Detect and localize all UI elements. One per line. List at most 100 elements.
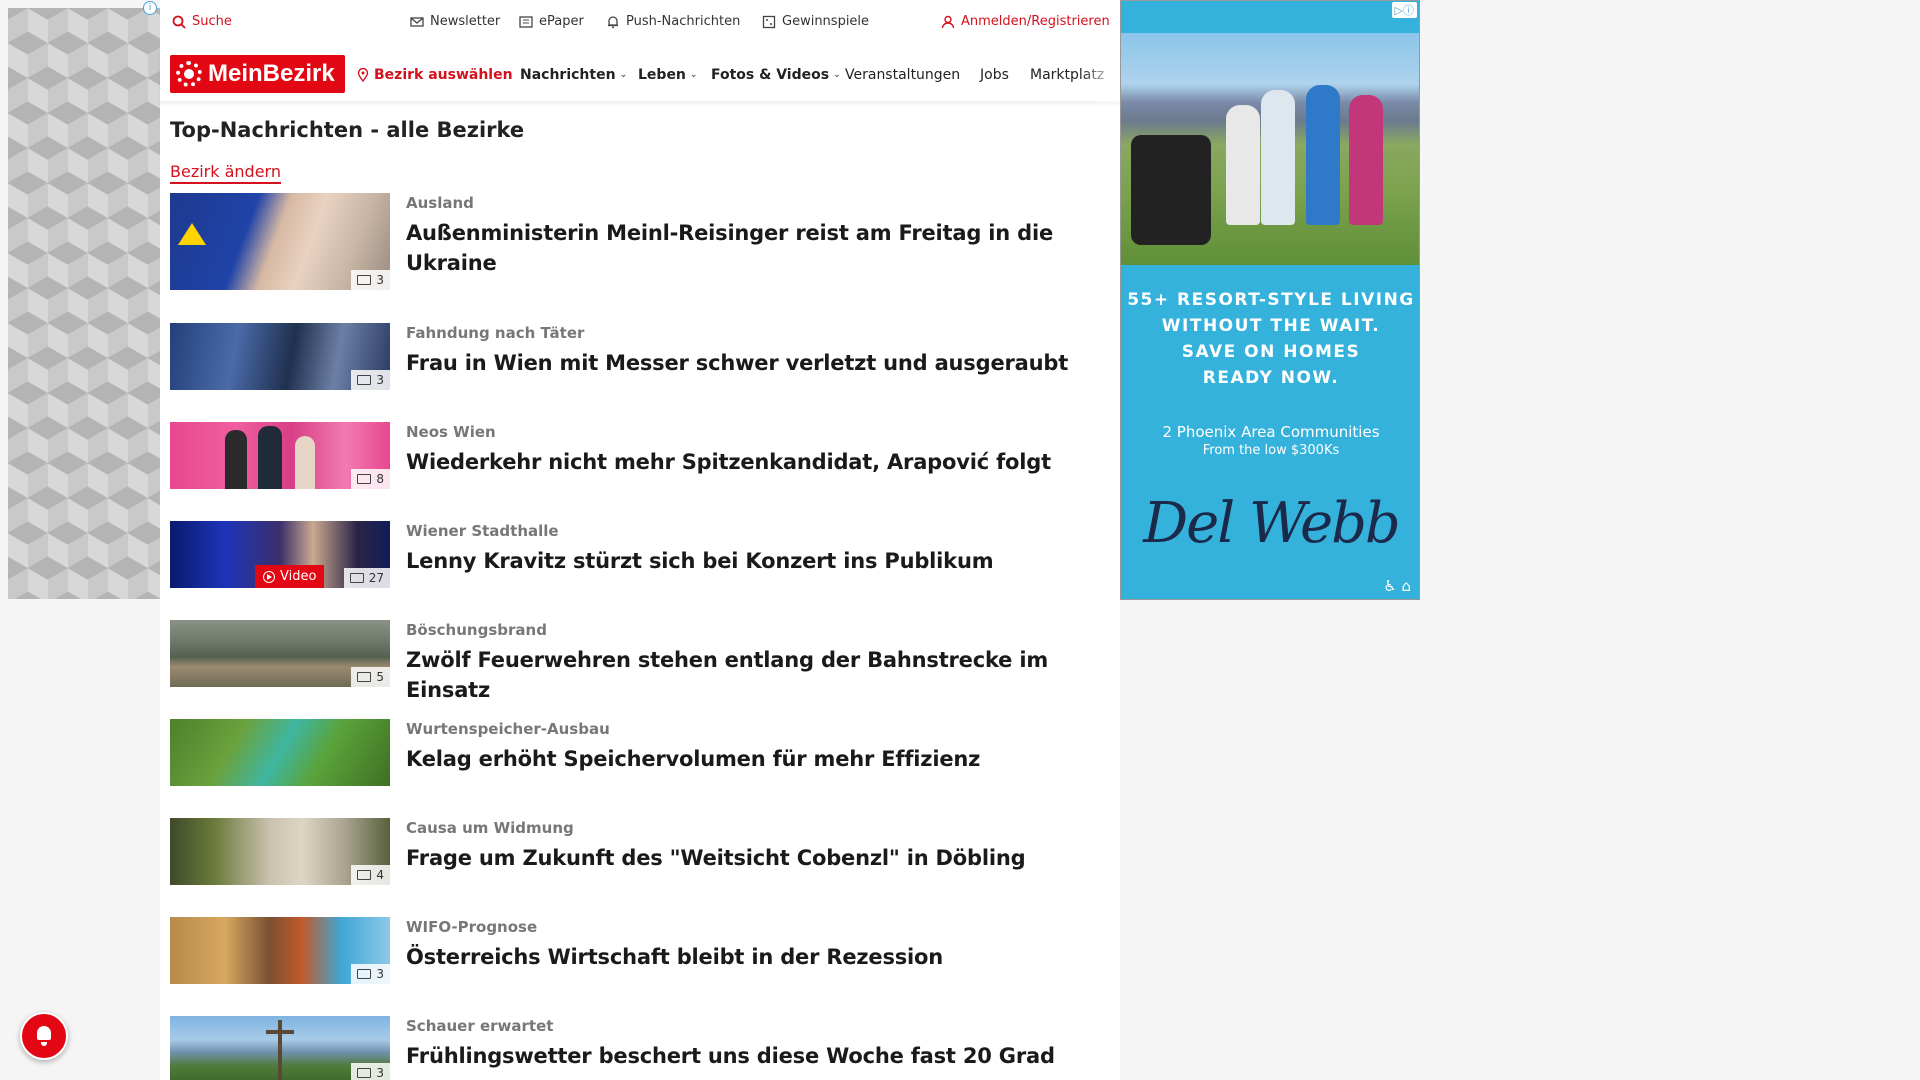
nav-item-label: Leben <box>638 67 686 83</box>
article-thumbnail[interactable] <box>170 719 390 786</box>
article-thumbnail[interactable]: 3 <box>170 1016 390 1080</box>
article-kicker: Böschungsbrand <box>406 621 547 639</box>
image-count-icon <box>349 573 364 583</box>
image-count: 3 <box>376 967 384 981</box>
ad-headline-line: WITHOUT THE WAIT. <box>1161 316 1381 336</box>
logo-sun-icon <box>176 61 202 87</box>
ad-price-line: From the low $300Ks <box>1202 443 1340 458</box>
article-headline[interactable]: Frühlingswetter beschert uns diese Woche… <box>406 1041 1106 1071</box>
chevron-down-icon: ⌄ <box>689 70 698 80</box>
skin-ad-left[interactable] <box>8 8 160 599</box>
change-bezirk-link[interactable]: Bezirk ändern <box>170 162 281 184</box>
person-shape <box>295 436 315 489</box>
ad-choices-icon[interactable]: ▷ⓘ <box>1391 2 1417 18</box>
article-kicker: Causa um Widmung <box>406 819 574 837</box>
bezirk-select-label: Bezirk auswählen <box>374 67 513 83</box>
article-kicker: Wurtenspeicher-Ausbau <box>406 720 610 738</box>
mail-icon <box>410 16 424 27</box>
ad-brand-logo: Del Webb <box>1143 491 1401 556</box>
person-shape <box>1261 90 1295 225</box>
epaper-link[interactable]: ePaper <box>519 14 584 29</box>
logo[interactable]: MeinBezirk <box>170 55 345 93</box>
image-count: 3 <box>376 1066 384 1080</box>
notification-bell-icon[interactable] <box>20 1012 68 1060</box>
article-item[interactable]: 3 WIFO-Prognose Österreichs Wirtschaft b… <box>170 917 1110 984</box>
article-headline[interactable]: Österreichs Wirtschaft bleibt in der Rez… <box>406 942 1106 972</box>
article-thumbnail[interactable]: 3 <box>170 193 390 290</box>
push-label: Push-Nachrichten <box>626 14 741 29</box>
image-count: 3 <box>376 373 384 387</box>
ad-headline-line: READY NOW. <box>1202 368 1340 388</box>
article-item[interactable]: 5 Böschungsbrand Zwölf Feuerwehren stehe… <box>170 620 1110 702</box>
image-count-icon <box>357 275 372 285</box>
article-kicker: Schauer erwartet <box>406 1017 554 1035</box>
article-kicker: Wiener Stadthalle <box>406 522 559 540</box>
bezirk-select[interactable]: Bezirk auswählen <box>356 67 513 83</box>
image-count-icon <box>357 1068 372 1078</box>
cross-shape <box>278 1020 282 1080</box>
article-headline[interactable]: Wiederkehr nicht mehr Spitzenkandidat, A… <box>406 447 1106 477</box>
image-count: 3 <box>376 273 384 287</box>
push-link[interactable]: Push-Nachrichten <box>606 14 740 29</box>
epaper-label: ePaper <box>539 14 584 29</box>
image-count-icon <box>357 969 372 979</box>
article-item[interactable]: 3 Schauer erwartet Frühlingswetter besch… <box>170 1016 1110 1080</box>
article-kicker: Ausland <box>406 194 474 212</box>
article-item[interactable]: 4 Causa um Widmung Frage um Zukunft des … <box>170 818 1110 885</box>
article-headline[interactable]: Kelag erhöht Speichervolumen für mehr Ef… <box>406 744 1106 774</box>
article-thumbnail[interactable]: Video 27 <box>170 521 390 588</box>
ad-banner-right[interactable]: ▷ⓘ 55+ RESORT-STYLE LIVING WITHOUT THE W… <box>1120 0 1420 600</box>
article-thumbnail[interactable]: 3 <box>170 917 390 984</box>
article-item[interactable]: 3 Ausland Außenministerin Meinl-Reisinge… <box>170 193 1110 290</box>
image-count-icon <box>357 474 372 484</box>
ad-photo <box>1121 33 1419 265</box>
article-headline[interactable]: Frau in Wien mit Messer schwer verletzt … <box>406 348 1106 378</box>
article-item[interactable]: Video 27 Wiener Stadthalle Lenny Kravitz… <box>170 521 1110 588</box>
image-count-badge: 5 <box>351 667 390 687</box>
login-label: Anmelden/Registrieren <box>961 14 1110 29</box>
nav-item-jobs[interactable]: Jobs <box>980 67 1009 83</box>
article-headline[interactable]: Zwölf Feuerwehren stehen entlang der Bah… <box>406 645 1106 705</box>
person-shape <box>1226 105 1260 225</box>
article-item[interactable]: 8 Neos Wien Wiederkehr nicht mehr Spitze… <box>170 422 1110 489</box>
image-count-badge: 3 <box>351 270 390 290</box>
article-thumbnail[interactable]: 8 <box>170 422 390 489</box>
nav-item-fotos-videos[interactable]: Fotos & Videos ⌄ <box>711 67 841 83</box>
article-thumbnail[interactable]: 4 <box>170 818 390 885</box>
image-count: 5 <box>376 670 384 684</box>
chevron-down-icon: ⌄ <box>619 70 628 80</box>
image-count-badge: 3 <box>351 964 390 984</box>
person-shape <box>225 430 247 489</box>
ad-info-icon[interactable]: i <box>143 1 157 15</box>
article-headline[interactable]: Lenny Kravitz stürzt sich bei Konzert in… <box>406 546 1106 576</box>
search-link[interactable]: Suche <box>172 14 232 29</box>
article-item[interactable]: 3 Fahndung nach Täter Frau in Wien mit M… <box>170 323 1110 390</box>
newsletter-link[interactable]: Newsletter <box>410 14 500 29</box>
ad-headline: 55+ RESORT-STYLE LIVING WITHOUT THE WAIT… <box>1121 287 1419 391</box>
nav-item-nachrichten[interactable]: Nachrichten ⌄ <box>520 67 627 83</box>
ad-top-strip <box>1121 1 1419 33</box>
article-kicker: Fahndung nach Täter <box>406 324 585 342</box>
article-headline[interactable]: Außenministerin Meinl-Reisinger reist am… <box>406 218 1106 278</box>
gewinnspiele-link[interactable]: Gewinnspiele <box>762 14 869 29</box>
article-headline[interactable]: Frage um Zukunft des "Weitsicht Cobenzl"… <box>406 843 1106 873</box>
image-count-icon <box>357 870 372 880</box>
image-count-badge: 4 <box>351 865 390 885</box>
article-thumbnail[interactable]: 3 <box>170 323 390 390</box>
image-count: 4 <box>376 868 384 882</box>
article-thumbnail[interactable]: 5 <box>170 620 390 687</box>
gift-icon <box>762 15 776 28</box>
article-item[interactable]: Wurtenspeicher-Ausbau Kelag erhöht Speic… <box>170 719 1110 786</box>
nav-item-leben[interactable]: Leben ⌄ <box>638 67 697 83</box>
ad-headline-line: 55+ RESORT-STYLE LIVING <box>1127 290 1415 310</box>
person-shape <box>1349 95 1383 225</box>
login-link[interactable]: Anmelden/Registrieren <box>941 14 1110 29</box>
main-nav: MeinBezirk Bezirk auswählen Nachrichten ⌄… <box>160 50 1120 102</box>
nav-item-veranstaltungen[interactable]: Veranstaltungen <box>845 67 960 83</box>
nav-item-label: Fotos & Videos <box>711 67 830 83</box>
bell-icon <box>608 15 618 28</box>
search-icon <box>172 15 186 29</box>
image-count-icon <box>357 375 372 385</box>
search-label: Suche <box>192 14 232 29</box>
article-kicker: WIFO-Prognose <box>406 918 538 936</box>
